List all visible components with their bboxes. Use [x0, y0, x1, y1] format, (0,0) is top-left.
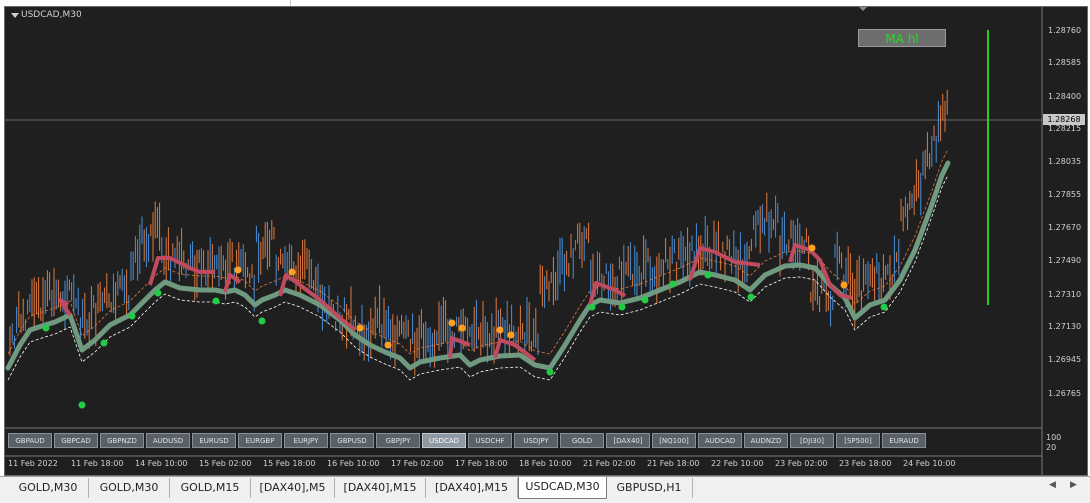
- chart-tab-bar: ◀ ▶ GOLD,M30 GOLD,M30 GOLD,M15 [DAX40],M5 [D…: [0, 476, 1090, 503]
- time-label: 16 Feb 10:00: [327, 459, 380, 468]
- green-signal-dot: [128, 312, 136, 320]
- time-label: 15 Feb 02:00: [199, 459, 252, 468]
- time-label: 11 Feb 2022: [8, 459, 58, 468]
- green-signal-dot: [704, 271, 712, 279]
- price-label: 1.26945: [1048, 355, 1082, 364]
- time-label: 21 Feb 02:00: [583, 459, 636, 468]
- green-signal-dot: [588, 303, 596, 311]
- green-signal-dot: [100, 339, 108, 347]
- symbol-button[interactable]: [DJI30]: [790, 433, 834, 448]
- symbol-button[interactable]: AUDNZD: [744, 433, 788, 448]
- chart-tab[interactable]: USDCAD,M30: [518, 477, 607, 499]
- symbol-button[interactable]: USDCHF: [468, 433, 512, 448]
- orange-signal-dot: [356, 324, 364, 332]
- orange-signal-dot: [507, 331, 515, 339]
- price-label: 1.27855: [1048, 190, 1082, 199]
- green-signal-dot: [154, 289, 162, 297]
- volume-label-20: 20: [1046, 443, 1057, 452]
- symbol-button[interactable]: [SP500]: [836, 433, 880, 448]
- orange-signal-dot: [384, 341, 392, 349]
- green-signal-dot: [747, 293, 755, 301]
- orange-signal-dot: [808, 244, 816, 252]
- time-label: 21 Feb 18:00: [647, 459, 700, 468]
- time-label: 23 Feb 18:00: [839, 459, 892, 468]
- green-signal-dot: [618, 303, 626, 311]
- orange-signal-dot: [448, 319, 456, 327]
- symbol-button[interactable]: [DAX40]: [606, 433, 650, 448]
- symbol-button[interactable]: AUDCAD: [698, 433, 742, 448]
- time-label: 15 Feb 18:00: [263, 459, 316, 468]
- symbol-button[interactable]: USDJPY: [514, 433, 558, 448]
- price-label: 1.27670: [1048, 223, 1082, 232]
- green-signal-dot: [880, 303, 888, 311]
- symbol-button[interactable]: AUDUSD: [146, 433, 190, 448]
- price-label: 1.28585: [1048, 58, 1082, 67]
- triangle-down-icon[interactable]: [11, 13, 19, 18]
- plot-area: [5, 7, 1042, 428]
- symbol-button[interactable]: GBPUSD: [330, 433, 374, 448]
- time-label: 14 Feb 10:00: [135, 459, 188, 468]
- chart-tab[interactable]: [DAX40],M5: [251, 478, 335, 498]
- orange-signal-dot: [234, 266, 242, 274]
- price-label: 1.27310: [1048, 290, 1082, 299]
- green-signal-dot: [546, 368, 554, 376]
- time-label: 24 Feb 10:00: [903, 459, 956, 468]
- symbol-button[interactable]: EURUSD: [192, 433, 236, 448]
- arrow-left-icon[interactable]: ◀: [1049, 480, 1056, 490]
- price-label: 1.28760: [1048, 26, 1082, 35]
- ma-hl-button[interactable]: MA hl: [858, 29, 946, 47]
- volume-label-100: 100: [1046, 433, 1062, 442]
- chart-tab[interactable]: GOLD,M30: [89, 478, 170, 498]
- current-price-label: 1.28268: [1043, 114, 1085, 125]
- time-label: 23 Feb 02:00: [775, 459, 828, 468]
- symbol-button[interactable]: EURJPY: [284, 433, 328, 448]
- price-label: 1.26765: [1048, 389, 1082, 398]
- green-signal-dot: [669, 280, 677, 288]
- price-label: 1.27130: [1048, 322, 1082, 331]
- symbol-button[interactable]: GBPAUD: [8, 433, 52, 448]
- orange-signal-dot: [840, 281, 848, 289]
- chart-tab[interactable]: [DAX40],M15: [426, 478, 518, 498]
- price-label: 1.27490: [1048, 256, 1082, 265]
- green-signal-dot: [212, 297, 220, 305]
- arrow-right-icon[interactable]: ▶: [1070, 480, 1077, 490]
- price-chart[interactable]: [0, 0, 1090, 476]
- orange-signal-dot: [288, 268, 296, 276]
- symbol-button[interactable]: EURAUD: [882, 433, 926, 448]
- orange-signal-dot: [458, 324, 466, 332]
- time-label: 18 Feb 10:00: [519, 459, 572, 468]
- chart-title: USDCAD,M30: [21, 10, 82, 20]
- symbol-button[interactable]: GBPNZD: [100, 433, 144, 448]
- price-label: 1.28400: [1048, 92, 1082, 101]
- symbol-button[interactable]: [NQ100]: [652, 433, 696, 448]
- time-label: 22 Feb 10:00: [711, 459, 764, 468]
- green-signal-dot: [641, 296, 649, 304]
- time-label: 17 Feb 18:00: [455, 459, 508, 468]
- chart-tab[interactable]: GOLD,M30: [8, 478, 89, 498]
- green-signal-dot: [78, 401, 86, 409]
- price-label: 1.28215: [1048, 124, 1082, 133]
- symbol-button[interactable]: GOLD: [560, 433, 604, 448]
- symbol-button[interactable]: GBPJPY: [376, 433, 420, 448]
- green-signal-dot: [258, 317, 266, 325]
- chart-tab[interactable]: [DAX40],M15: [335, 478, 426, 498]
- price-label: 1.28035: [1048, 157, 1082, 166]
- green-signal-dot: [42, 324, 50, 332]
- time-label: 11 Feb 18:00: [71, 459, 124, 468]
- chart-tab[interactable]: GBPUSD,H1: [606, 478, 693, 498]
- symbol-button[interactable]: USDCAD: [422, 433, 466, 448]
- symbol-button[interactable]: EURGBP: [238, 433, 282, 448]
- symbol-button[interactable]: GBPCAD: [54, 433, 98, 448]
- orange-signal-dot: [496, 326, 504, 334]
- time-label: 17 Feb 02:00: [391, 459, 444, 468]
- chart-tab[interactable]: GOLD,M15: [170, 478, 251, 498]
